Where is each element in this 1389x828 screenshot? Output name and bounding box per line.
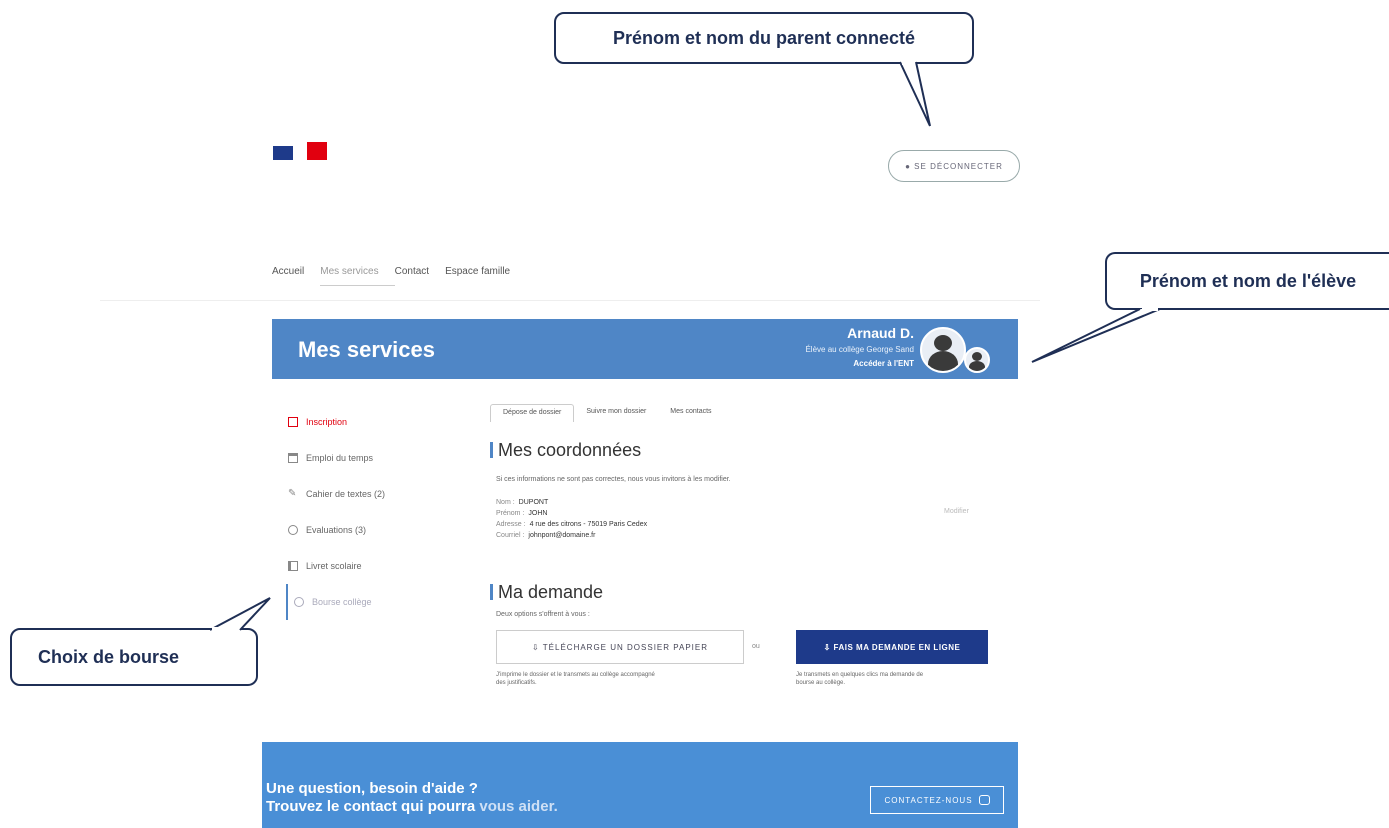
coord-row-adresse: Adresse :4 rue des citrons - 75019 Paris…	[496, 519, 647, 530]
sidebar: Inscription Emploi du temps ✎ Cahier de …	[286, 404, 448, 620]
nav-item-accueil[interactable]: Accueil	[272, 266, 320, 286]
coord-label: Courriel :	[496, 532, 525, 539]
tab-mes-contacts[interactable]: Mes contacts	[658, 404, 723, 422]
coin-icon	[294, 597, 304, 607]
sidebar-item-label: Evaluations (3)	[306, 525, 367, 535]
nav-divider	[100, 300, 1040, 301]
or-separator: ou	[752, 643, 760, 650]
callout-student-name: Prénom et nom de l'élève	[1105, 252, 1389, 310]
callout-parent-name: Prénom et nom du parent connecté	[554, 12, 974, 64]
sidebar-item-evaluations[interactable]: Evaluations (3)	[288, 512, 448, 548]
coord-row-prenom: Prénom : JOHN	[496, 508, 647, 519]
coordonnees-title: Mes coordonnées	[490, 440, 641, 461]
download-help-line1: J'imprime le dossier et le transmets au …	[496, 672, 655, 678]
help-subtitle-main: Trouvez le contact qui pourra	[266, 798, 480, 815]
page-title: Mes services	[298, 337, 435, 362]
sidebar-item-inscription[interactable]: Inscription	[288, 404, 448, 440]
online-help-line1: Je transmets en quelques clics ma demand…	[796, 672, 924, 678]
callout-parent-tail	[899, 61, 931, 127]
sidebar-item-label: Inscription	[306, 417, 348, 427]
sidebar-item-cahier-de-textes[interactable]: ✎ Cahier de textes (2)	[288, 476, 448, 512]
help-subtitle-highlight: vous aider.	[479, 798, 558, 815]
sidebar-item-bourse-college[interactable]: Bourse collège	[286, 584, 448, 620]
contact-button[interactable]: CONTACTEZ-NOUS	[870, 786, 1004, 814]
pencil-icon: ✎	[288, 488, 297, 499]
document-icon	[288, 417, 298, 427]
help-subtitle: Trouvez le contact qui pourra vous aider…	[266, 798, 558, 815]
book-icon	[288, 561, 298, 571]
callout-scholarship: Choix de bourse	[10, 628, 258, 686]
contact-button-label: CONTACTEZ-NOUS	[884, 795, 973, 805]
coord-row-nom: Nom : DUPONT	[496, 497, 647, 508]
coord-row-courriel: Courriel : johnpont@domaine.fr	[496, 530, 647, 541]
tab-depose-dossier[interactable]: Dépose de dossier	[490, 404, 575, 422]
student-school: Élève au collège George Sand	[805, 345, 914, 354]
student-name: Arnaud D.	[847, 325, 914, 341]
nav-item-contact[interactable]: Contact	[395, 266, 445, 286]
medal-icon	[288, 525, 298, 535]
coord-value: DUPONT	[518, 499, 549, 506]
callout-student-tail	[1031, 307, 1161, 363]
callout-student-text: Prénom et nom de l'élève	[1139, 270, 1357, 291]
nav-item-espace-famille[interactable]: Espace famille	[445, 266, 526, 286]
dossier-tabs: Dépose de dossier Suivre mon dossier Mes…	[490, 404, 724, 422]
online-help-line2: bourse au collège.	[796, 680, 846, 686]
coord-label: Prénom :	[496, 510, 525, 517]
sidebar-item-label: Livret scolaire	[306, 561, 362, 571]
demande-intro: Deux options s'offrent à vous :	[496, 611, 590, 618]
sidebar-item-emploi-du-temps[interactable]: Emploi du temps	[288, 440, 448, 476]
student-avatar[interactable]	[920, 327, 966, 373]
coord-value: JOHN	[528, 510, 548, 517]
sidebar-item-label: Bourse collège	[312, 597, 372, 607]
online-request-button[interactable]: ⇩ FAIS MA DEMANDE EN LIGNE	[796, 630, 988, 664]
logout-button[interactable]: ● SE DÉCONNECTER	[888, 150, 1020, 182]
help-question: Une question, besoin d'aide ?	[266, 780, 478, 797]
sidebar-item-label: Cahier de textes (2)	[306, 489, 386, 499]
callout-parent-text: Prénom et nom du parent connecté	[612, 27, 916, 48]
switch-student-avatar[interactable]	[964, 347, 990, 373]
tab-suivre-dossier[interactable]: Suivre mon dossier	[574, 404, 658, 422]
callout-scholarship-text: Choix de bourse	[38, 646, 180, 667]
help-footer: Une question, besoin d'aide ? Trouvez le…	[262, 742, 1018, 828]
coordonnees-list: Nom : DUPONT Prénom : JOHN Adresse :4 rue …	[496, 497, 647, 541]
services-banner: Mes services Arnaud D. Élève au collège …	[272, 319, 1018, 379]
coord-value: 4 rue des citrons - 75019 Paris Cedex	[529, 521, 648, 528]
calendar-icon	[288, 453, 298, 463]
sidebar-item-label: Emploi du temps	[306, 453, 374, 463]
download-paper-button[interactable]: ⇩ TÉLÉCHARGE UN DOSSIER PAPIER	[496, 630, 744, 664]
nav-item-mes-services[interactable]: Mes services	[320, 266, 395, 286]
demande-title: Ma demande	[490, 582, 603, 603]
ent-link[interactable]: Accéder à l'ENT	[853, 359, 914, 368]
republique-logo	[273, 142, 329, 162]
main-nav: Accueil Mes services Contact Espace fami…	[272, 266, 526, 286]
coord-label: Nom :	[496, 499, 515, 506]
download-help-line2: des justificatifs.	[496, 680, 537, 686]
chat-icon	[978, 795, 990, 805]
sidebar-item-livret-scolaire[interactable]: Livret scolaire	[288, 548, 448, 584]
edit-coordonnees-link[interactable]: Modifier	[944, 508, 969, 515]
coord-label: Adresse :	[496, 521, 526, 528]
coord-value: johnpont@domaine.fr	[528, 532, 596, 539]
coordonnees-intro: Si ces informations ne sont pas correcte…	[496, 476, 731, 483]
